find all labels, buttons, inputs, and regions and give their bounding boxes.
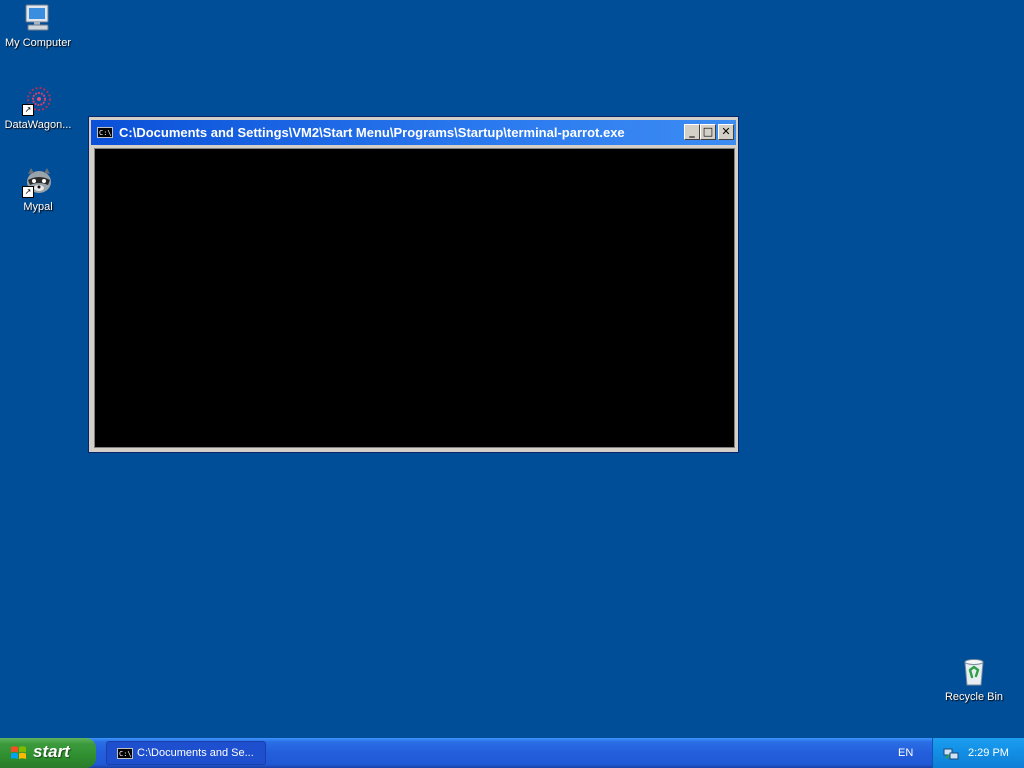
taskbar: start C:\ C:\Documents and Se... EN 2:29… <box>0 738 1024 768</box>
raccoon-icon: ↗ <box>22 166 54 198</box>
language-indicator[interactable]: EN <box>898 747 913 759</box>
taskbar-item-console[interactable]: C:\ C:\Documents and Se... <box>106 741 266 765</box>
desktop: My Computer ↗ DataWagon... ↗ Mypal Recyc… <box>0 0 1024 738</box>
desktop-icon-mypal[interactable]: ↗ Mypal <box>0 166 76 213</box>
computer-icon <box>22 2 54 34</box>
start-button[interactable]: start <box>0 738 96 768</box>
console-window[interactable]: C:\ C:\Documents and Settings\VM2\Start … <box>88 116 739 453</box>
start-label: start <box>33 742 70 761</box>
close-button[interactable]: ✕ <box>718 124 734 140</box>
cmd-icon: C:\ <box>117 748 133 759</box>
desktop-icon-label: Mypal <box>23 201 53 213</box>
recycle-bin-icon <box>958 656 990 688</box>
network-icon[interactable] <box>943 745 959 761</box>
windows-flag-icon <box>10 745 27 761</box>
cmd-icon: C:\ <box>97 127 113 138</box>
taskbar-item-label: C:\Documents and Se... <box>137 747 254 759</box>
clock[interactable]: 2:29 PM <box>968 747 1009 759</box>
maximize-button[interactable]: □ <box>700 124 716 140</box>
datawagon-icon: ↗ <box>22 84 54 116</box>
desktop-icon-label: DataWagon... <box>4 119 72 131</box>
shortcut-arrow-icon: ↗ <box>22 186 34 198</box>
minimize-button[interactable]: _ <box>684 124 700 140</box>
desktop-icon-label: Recycle Bin <box>944 691 1004 703</box>
window-titlebar[interactable]: C:\ C:\Documents and Settings\VM2\Start … <box>91 120 736 145</box>
window-title: C:\Documents and Settings\VM2\Start Menu… <box>119 125 625 140</box>
desktop-icon-datawagon[interactable]: ↗ DataWagon... <box>0 84 76 131</box>
shortcut-arrow-icon: ↗ <box>22 104 34 116</box>
system-tray: 2:29 PM <box>932 738 1024 768</box>
desktop-icon-label: My Computer <box>4 37 72 49</box>
console-output-area[interactable] <box>94 148 735 448</box>
desktop-icon-my-computer[interactable]: My Computer <box>0 2 76 49</box>
desktop-icon-recycle-bin[interactable]: Recycle Bin <box>936 656 1012 703</box>
